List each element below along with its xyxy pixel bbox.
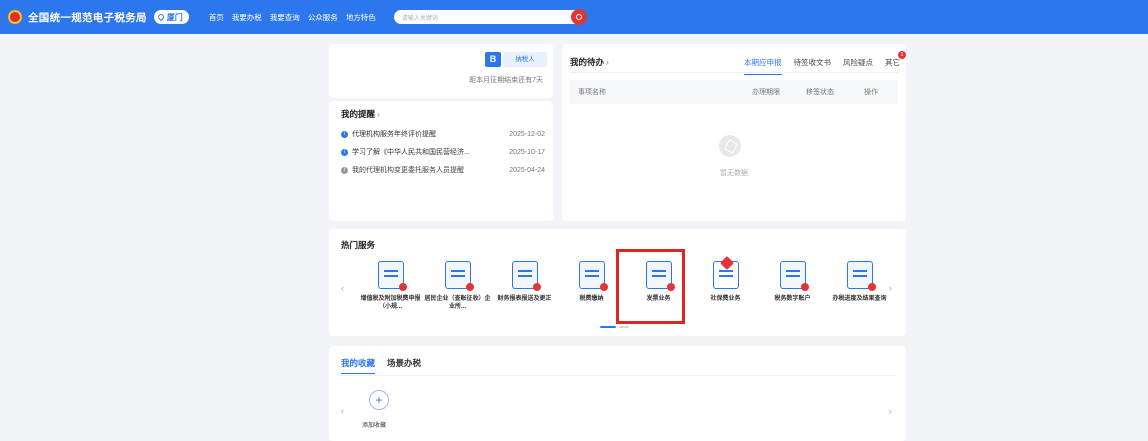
region-selector[interactable]: 厦门 [153,10,189,24]
list-item[interactable]: i 我的代理机构变更委托服务人员提醒 2025-04-24 [341,161,545,179]
tab-pending-documents[interactable]: 待签收文书 [794,57,832,68]
tab-current-declaration[interactable]: 本期应申报 [744,57,782,75]
digital-account-icon [779,261,809,291]
tax-emblem-icon [8,10,22,24]
hand-payment-icon [578,261,608,291]
favorites-card: 我的收藏 场景办税 ‹ + 添加收藏 › [329,346,906,441]
top-header: 全国统一规范电子税务局 厦门 首页 我要办税 我要查询 公众服务 地方特色 请输… [0,0,1148,34]
heart-hands-icon [712,261,739,289]
hot-services-title: 热门服务 [341,240,376,250]
chevron-right-icon[interactable]: › [889,406,892,416]
search-icon [575,14,582,20]
service-financial-statements[interactable]: 财务报表报送及更正 [491,261,558,311]
nav-home[interactable]: 首页 [209,12,224,23]
tab-other[interactable]: 其它 1 [885,51,906,68]
empty-box-icon [719,135,741,157]
nav-tax-handling[interactable]: 我要办税 [232,12,262,23]
calendar-search-icon [444,261,474,291]
todo-card: 我的待办 › 本期应申报 待签收文书 风险疑点 其它 1 事项名称 办理期限 移签状… [562,44,906,221]
info-icon: i [341,130,348,138]
nav-query[interactable]: 我要查询 [270,12,300,23]
nav-local-features[interactable]: 地方特色 [346,12,376,23]
chevron-left-icon[interactable]: ‹ [341,406,344,416]
divider [570,72,898,73]
reminders-list: i 代理机构服务年终评价提醒 2025-12-02 i 学习了解《中华人民共和国… [341,125,545,179]
service-corporate-income-tax[interactable]: 居民企业（查账征收）企业所... [424,261,491,311]
chevron-right-icon[interactable]: › [889,283,892,293]
chevron-left-icon[interactable]: ‹ [341,283,344,293]
site-title[interactable]: 全国统一规范电子税务局 [28,10,147,25]
service-progress-query[interactable]: 办税进度及结果查询 [826,261,893,311]
service-social-security[interactable]: 社保费业务 [692,261,759,311]
report-exchange-icon [511,261,541,291]
info-icon: i [341,148,348,156]
location-pin-icon [156,12,166,22]
search-button[interactable] [570,9,587,25]
service-vat-declaration[interactable]: 增值税及附加税费申报（小规... [357,261,424,311]
highlight-box [616,249,685,324]
service-digital-account[interactable]: 税务数字账户 [759,261,826,311]
todo-title[interactable]: 我的待办 › [570,56,609,68]
add-favorite-label: 添加收藏 [362,423,387,429]
region-label: 厦门 [166,12,183,22]
deadline-text: 距本月征期结束还有7天 [469,77,543,84]
user-badge: B [485,52,501,67]
notification-badge: 1 [898,51,906,59]
list-item[interactable]: i 学习了解《中华人民共和国民营经济... 2025-10-17 [341,143,545,161]
vat-form-icon [377,261,407,291]
search-input[interactable]: 请输入关键词 [402,13,438,22]
clipboard-search-icon [846,261,876,291]
info-icon: i [341,166,348,174]
todo-tabs: 本期应申报 待签收文书 风险疑点 其它 1 [744,51,906,75]
role-chip[interactable]: 纳税人 [503,52,547,67]
table-header: 事项名称 办理期限 移签状态 操作 [570,80,898,104]
empty-text: 暂无数据 [720,170,748,177]
reminders-card: 我的提醒 › i 代理机构服务年终评价提醒 2025-12-02 i 学习了解《中… [329,101,553,221]
service-tax-payment[interactable]: 税费缴纳 [558,261,625,311]
divider [339,375,896,376]
add-favorite-button[interactable]: + [369,390,389,410]
nav-public-service[interactable]: 公众服务 [308,12,338,23]
tab-risk-issues[interactable]: 风险疑点 [843,57,873,68]
reminders-title[interactable]: 我的提醒 › [341,108,380,120]
search-box[interactable]: 请输入关键词 [393,9,587,25]
tab-my-favorites[interactable]: 我的收藏 [341,357,376,374]
scroll-indicator[interactable] [619,326,629,328]
user-card: B 纳税人 距本月征期结束还有7天 [329,44,553,98]
main-nav: 首页 我要办税 我要查询 公众服务 地方特色 [209,12,376,23]
favorites-tabs: 我的收藏 场景办税 [341,357,421,374]
scroll-indicator[interactable] [600,326,616,328]
list-item[interactable]: i 代理机构服务年终评价提醒 2025-12-02 [341,125,545,143]
tab-scenario-tax[interactable]: 场景办税 [387,357,421,369]
